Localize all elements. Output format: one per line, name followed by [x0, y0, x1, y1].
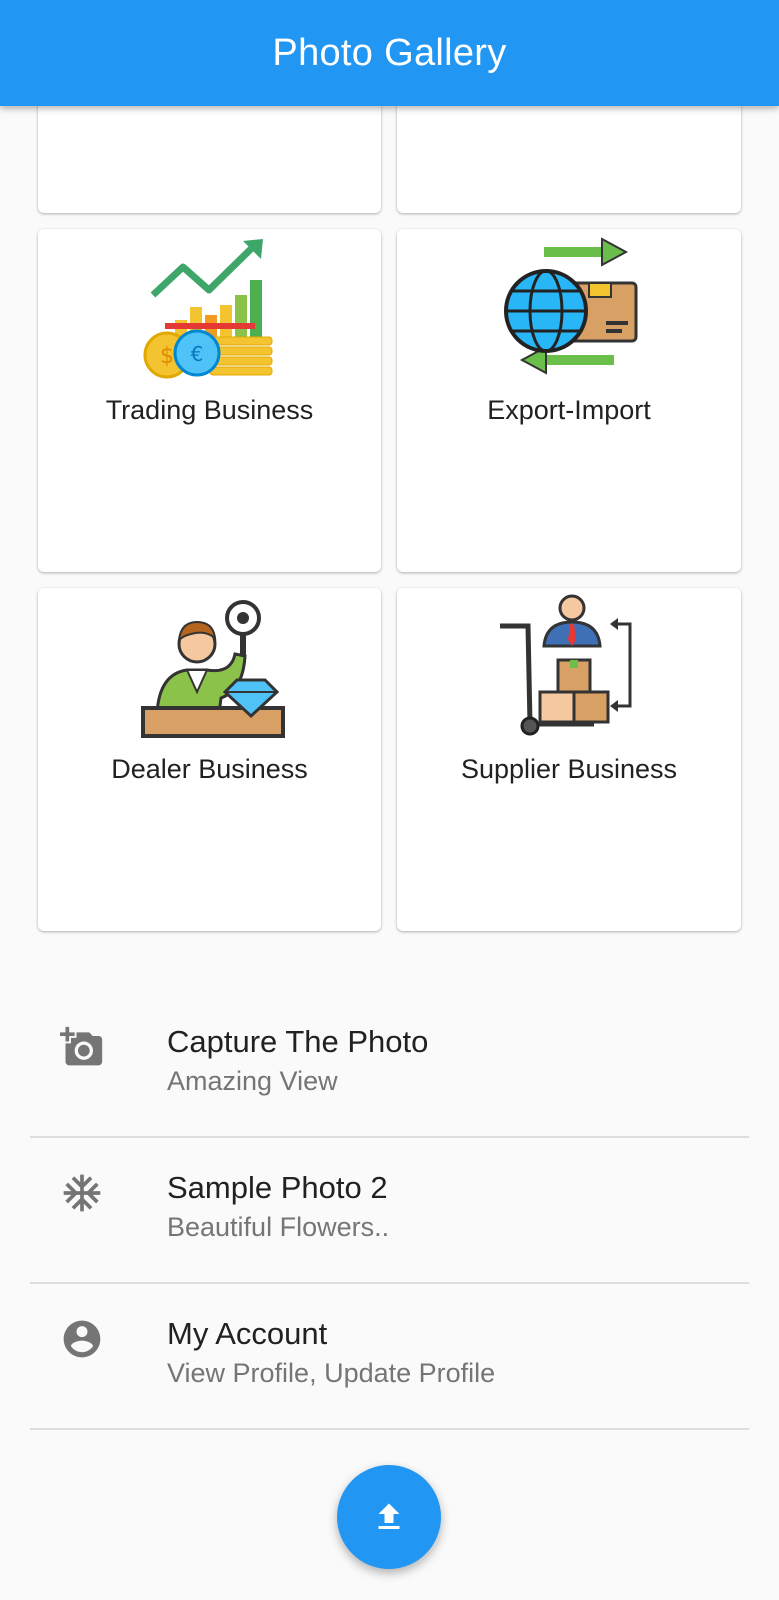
grid-card-export-import[interactable]: Export-Import [397, 229, 741, 572]
grid-card-dealer-business[interactable]: Dealer Business [38, 588, 381, 931]
globe-box-arrows-icon [504, 237, 638, 375]
upload-icon [378, 1503, 400, 1529]
card-label: Export-Import [487, 395, 651, 425]
grid-card-trading-business[interactable]: $ € Trading Business [38, 229, 381, 572]
divider [30, 1136, 749, 1138]
list-item-title: My Account [167, 1316, 328, 1351]
list-item-sample-photo-2[interactable]: Sample Photo 2 Beautiful Flowers.. [30, 1142, 749, 1288]
add-a-photo-icon [60, 1026, 103, 1066]
page-title: Photo Gallery [272, 31, 507, 74]
list-item-subtitle: Amazing View [167, 1066, 338, 1096]
list-item-my-account[interactable]: My Account View Profile, Update Profile [30, 1288, 749, 1434]
list-item-subtitle: Beautiful Flowers.. [167, 1212, 390, 1242]
dealer-diamond-icon [140, 600, 285, 738]
grid-card-supplier-business[interactable]: Supplier Business [397, 588, 741, 931]
card-label: Supplier Business [460, 754, 678, 784]
divider [30, 1282, 749, 1284]
list-item-title: Capture The Photo [167, 1024, 429, 1059]
upload-fab-button[interactable] [337, 1465, 441, 1569]
svg-text:€: € [190, 342, 203, 366]
trading-chart-coins-icon: $ € [143, 239, 272, 379]
card-label: Dealer Business [111, 754, 308, 784]
account-circle-icon [63, 1320, 101, 1358]
list-item-subtitle: View Profile, Update Profile [167, 1358, 496, 1388]
snowflake-icon [63, 1174, 101, 1212]
divider [30, 1428, 749, 1430]
card-label: Trading Business [105, 395, 314, 425]
svg-text:$: $ [160, 344, 174, 369]
list-item-title: Sample Photo 2 [167, 1170, 388, 1205]
app-bar: Photo Gallery [0, 0, 779, 106]
supplier-hand-truck-icon [500, 594, 632, 736]
list-item-capture-photo[interactable]: Capture The Photo Amazing View [30, 996, 749, 1142]
